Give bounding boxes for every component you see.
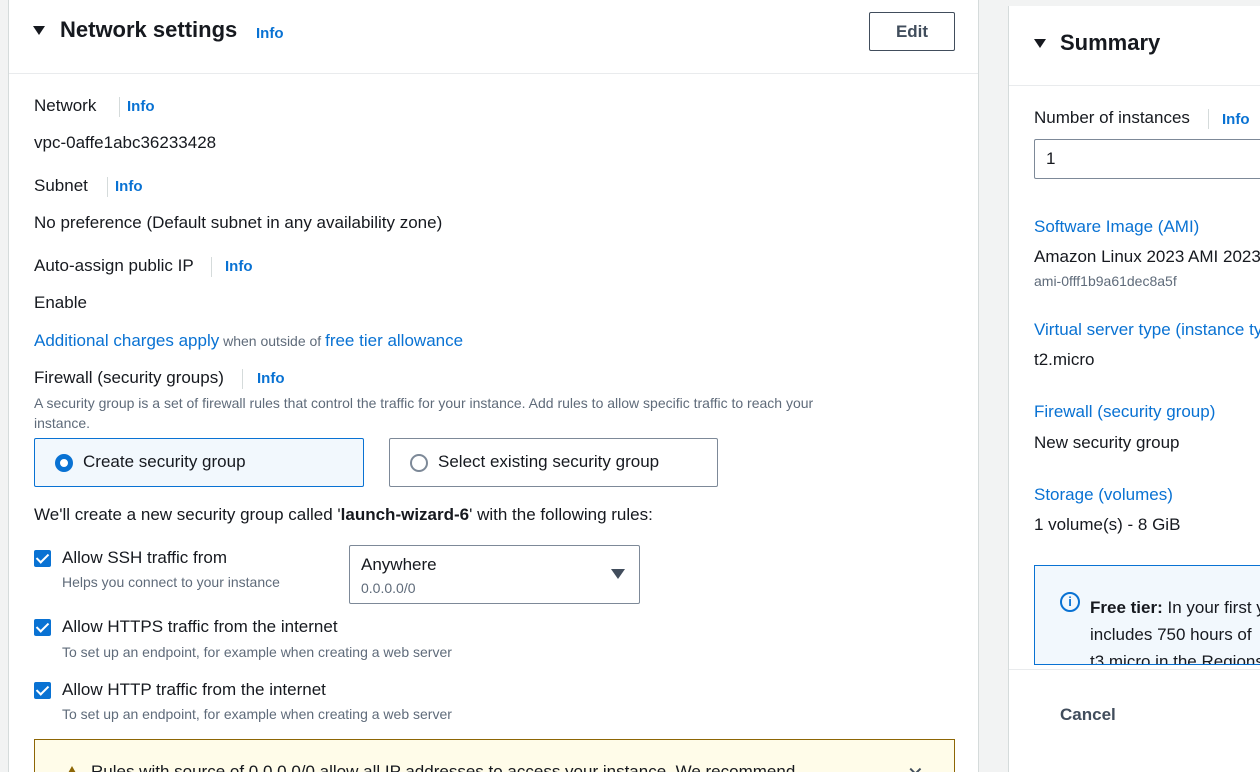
open-access-warning: Rules with source of 0.0.0.0/0 allow all… [34,739,955,772]
network-settings-panel: Network settings Info Edit Network Info … [8,0,979,772]
network-settings-header: Network settings Info Edit [9,0,978,74]
ssh-rule-help: Helps you connect to your instance [62,574,280,590]
https-rule-help: To set up an endpoint, for example when … [62,644,452,660]
free-tier-bold: Free tier: [1090,598,1163,617]
instance-type-value: t2.micro [1034,350,1095,369]
footer-divider [1009,669,1260,670]
instance-type-link[interactable]: Virtual server type (instance type) [1034,320,1260,340]
subnet-info-link[interactable]: Info [115,178,143,195]
network-label: Network [34,96,97,115]
create-security-group-option[interactable]: Create security group [34,438,364,487]
info-icon: i [1060,592,1080,612]
http-rule-label: Allow HTTP traffic from the internet [62,680,326,699]
storage-link[interactable]: Storage (volumes) [1034,485,1173,505]
storage-value: 1 volume(s) - 8 GiB [1034,515,1181,534]
https-rule-label: Allow HTTPS traffic from the internet [62,617,338,636]
auto-assign-ip-value: Enable [34,293,87,312]
free-tier-allowance-link[interactable]: free tier allowance [325,331,463,350]
dropdown-caret-icon [611,569,625,579]
new-group-statement: We'll create a new security group called… [34,505,653,525]
auto-assign-ip-info-link[interactable]: Info [225,258,253,275]
ssh-rule-checkbox[interactable] [34,550,51,567]
divider [242,369,243,389]
additional-charges-link[interactable]: Additional charges apply [34,331,219,350]
divider [211,257,212,277]
create-security-group-label: Create security group [83,452,246,471]
charges-notice: Additional charges apply when outside of… [34,331,463,351]
ssh-source-value: Anywhere [361,555,437,574]
security-group-name: launch-wizard-6 [340,505,470,524]
network-settings-info-link[interactable]: Info [256,25,284,42]
collapse-caret-icon[interactable] [33,26,45,35]
ami-id: ami-0fff1b9a61dec8a5f [1034,273,1177,289]
select-existing-group-radio[interactable] [410,454,428,472]
warning-icon [63,766,81,772]
http-rule-checkbox[interactable] [34,682,51,699]
firewall-description-cont: instance. [34,415,91,431]
free-tier-text: Free tier: In your first year includes 7… [1090,594,1260,665]
divider [1208,109,1209,129]
https-rule-checkbox[interactable] [34,619,51,636]
free-tier-line1: In your first year [1167,598,1260,617]
charges-middle-text: when outside of [219,333,326,349]
firewall-summary-value: New security group [1034,433,1180,452]
summary-title: Summary [1060,30,1161,55]
subnet-value: No preference (Default subnet in any ava… [34,213,443,232]
firewall-summary-link[interactable]: Firewall (security group) [1034,402,1215,422]
free-tier-alert: i Free tier: In your first year includes… [1034,565,1260,665]
divider [107,177,108,197]
ssh-source-cidr: 0.0.0.0/0 [361,580,416,596]
auto-assign-ip-label: Auto-assign public IP [34,256,194,275]
divider [119,97,120,117]
firewall-label: Firewall (security groups) [34,368,224,387]
ami-value: Amazon Linux 2023 AMI 2023 [1034,247,1260,266]
ami-link[interactable]: Software Image (AMI) [1034,217,1199,237]
free-tier-line2: includes 750 hours of [1090,625,1252,644]
instances-label: Number of instances [1034,108,1190,127]
network-settings-title: Network settings [60,17,238,42]
firewall-info-link[interactable]: Info [257,370,285,387]
ssh-source-select[interactable]: Anywhere 0.0.0.0/0 [349,545,640,604]
new-group-prefix: We'll create a new security group called… [34,505,341,524]
network-info-link[interactable]: Info [127,98,155,115]
subnet-label: Subnet [34,176,88,195]
instances-input[interactable]: 1 [1034,139,1260,179]
create-security-group-radio[interactable] [55,454,73,472]
close-icon[interactable]: ✕ [907,762,924,772]
instances-info-link[interactable]: Info [1222,111,1250,128]
new-group-suffix: ' with the following rules: [469,505,653,524]
http-rule-help: To set up an endpoint, for example when … [62,706,452,722]
select-existing-group-option[interactable]: Select existing security group [389,438,718,487]
edit-button[interactable]: Edit [869,12,955,51]
select-existing-group-label: Select existing security group [438,452,660,471]
cancel-button[interactable]: Cancel [1060,705,1116,725]
summary-header: Summary [1009,6,1260,86]
collapse-caret-icon[interactable] [1034,39,1046,48]
free-tier-line3: t3.micro in the Regions [1090,652,1260,665]
firewall-description: A security group is a set of firewall ru… [34,395,814,411]
ssh-rule-label: Allow SSH traffic from [62,548,228,567]
warning-text: Rules with source of 0.0.0.0/0 allow all… [91,762,796,772]
summary-panel: Summary Number of instances Info 1 Softw… [1008,6,1260,772]
network-value: vpc-0affe1abc36233428 [34,133,217,152]
